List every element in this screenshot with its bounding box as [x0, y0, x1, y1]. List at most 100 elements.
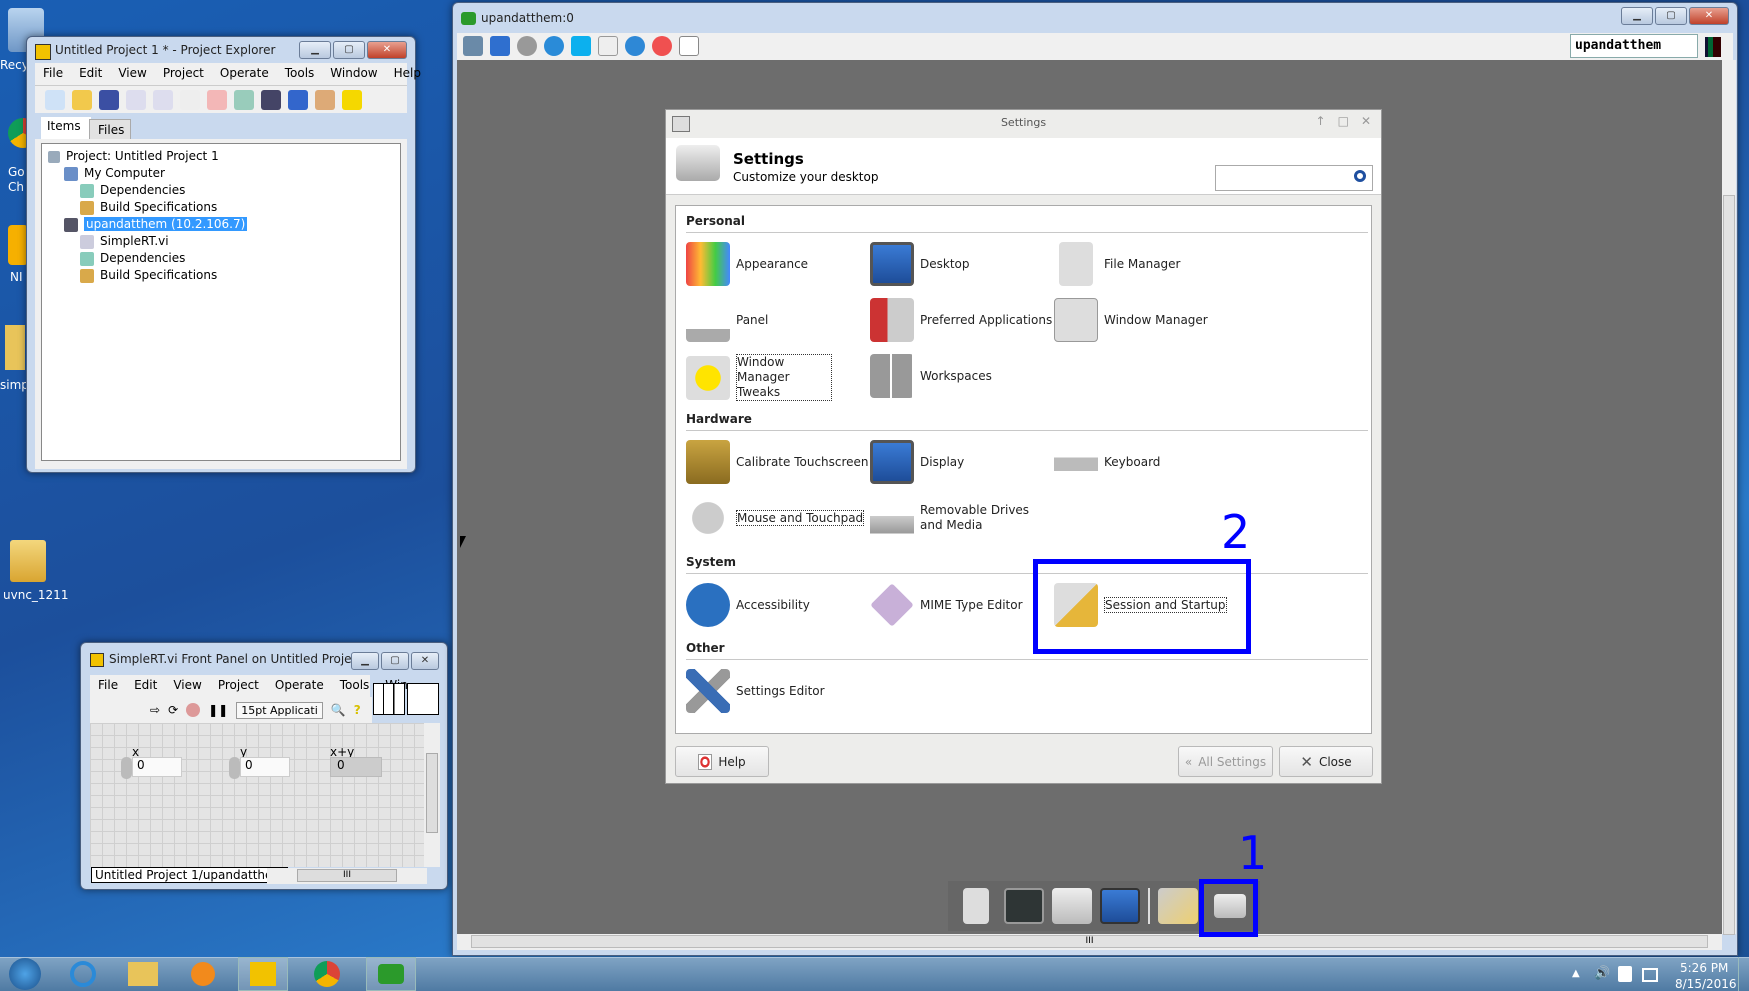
close-button[interactable]: ✕ Close [1279, 746, 1373, 777]
tree-item[interactable]: SimpleRT.vi [48, 233, 394, 250]
item-preferred-applications[interactable]: Preferred Applications [870, 298, 1052, 342]
resolve-icon[interactable] [315, 90, 335, 110]
x-numeric-control[interactable]: 0 [132, 757, 182, 777]
start-button[interactable] [0, 957, 50, 991]
tree-item[interactable]: Dependencies [48, 250, 394, 267]
save-all-icon[interactable] [99, 90, 119, 110]
file-manager-dock-icon[interactable] [963, 888, 989, 924]
y-numeric-control[interactable]: 0 [240, 757, 290, 777]
all-settings-button[interactable]: «All Settings [1178, 746, 1273, 777]
delete-icon[interactable] [207, 90, 227, 110]
item-appearance[interactable]: Appearance [686, 242, 808, 286]
folder-icon[interactable] [5, 325, 25, 370]
item-removable-drives[interactable]: Removable Drives and Media [870, 496, 1050, 540]
settings-gear-icon[interactable] [517, 36, 537, 56]
minimize-button[interactable]: ▁ [1621, 7, 1653, 25]
menu-edit[interactable]: Edit [71, 63, 110, 85]
menu-file[interactable]: File [90, 675, 126, 697]
taskbar-internet-explorer[interactable] [58, 957, 108, 991]
item-desktop[interactable]: Desktop [870, 242, 970, 286]
menu-file[interactable]: File [35, 63, 71, 85]
search-icon[interactable] [1354, 170, 1366, 182]
close-button[interactable]: ✕ [411, 652, 439, 670]
cut-icon[interactable] [126, 90, 146, 110]
item-file-manager[interactable]: File Manager [1054, 242, 1181, 286]
item-window-manager[interactable]: Window Manager [1054, 298, 1208, 342]
add-to-project-icon[interactable] [234, 90, 254, 110]
tree-item[interactable]: Build Specifications [48, 267, 394, 284]
terminal-dock-icon[interactable] [1004, 888, 1044, 924]
labview-dock-icon[interactable] [1158, 888, 1198, 924]
tree-item[interactable]: My Computer [48, 165, 394, 182]
taskbar-labview[interactable] [238, 957, 288, 991]
item-calibrate-touchscreen[interactable]: Calibrate Touchscreen [686, 440, 869, 484]
tree-item[interactable]: Build Specifications [48, 199, 394, 216]
maximize-button[interactable]: □ [1338, 114, 1349, 128]
fullscreen-icon[interactable] [490, 36, 510, 56]
search-input[interactable] [1215, 165, 1373, 191]
menu-project[interactable]: Project [210, 675, 267, 697]
menu-tools[interactable]: Tools [332, 675, 378, 697]
show-hidden-icons[interactable]: ▲ [1572, 968, 1580, 979]
minimize-button[interactable]: ▁ [351, 652, 379, 670]
menu-view[interactable]: View [110, 63, 154, 85]
run-arrow-icon[interactable]: ⇨ [150, 703, 160, 717]
close-button[interactable]: ✕ [367, 41, 407, 59]
action-center-flag-icon[interactable] [1618, 966, 1632, 982]
horizontal-scrollbar[interactable]: III [267, 868, 427, 884]
menu-tools[interactable]: Tools [277, 63, 323, 85]
maximize-button[interactable]: ▢ [1655, 7, 1687, 25]
shade-button[interactable]: ↑ [1316, 114, 1326, 128]
connection-options-icon[interactable] [463, 36, 483, 56]
view-icon[interactable] [288, 90, 308, 110]
menu-view[interactable]: View [165, 675, 209, 697]
abort-icon[interactable] [186, 703, 201, 717]
network-icon[interactable] [1642, 968, 1658, 982]
menu-edit[interactable]: Edit [126, 675, 165, 697]
taskbar-media-player[interactable] [178, 957, 228, 991]
taskbar-file-explorer[interactable] [118, 957, 168, 991]
close-button[interactable]: ✕ [1361, 114, 1371, 128]
paste-icon[interactable] [180, 90, 200, 110]
maximize-button[interactable]: ▢ [381, 652, 409, 670]
horizontal-scrollbar[interactable]: III [457, 934, 1722, 950]
search-icon[interactable]: 🔍 [331, 703, 346, 717]
windows-key-icon[interactable] [571, 36, 591, 56]
new-icon[interactable] [45, 90, 65, 110]
vertical-scrollbar[interactable] [1722, 60, 1736, 935]
taskbar-chrome[interactable] [302, 957, 352, 991]
menu-window[interactable]: Window [322, 63, 385, 85]
maximize-button[interactable]: ▢ [333, 41, 365, 59]
item-display[interactable]: Display [870, 440, 964, 484]
font-select[interactable]: 15pt Applicati [236, 701, 323, 719]
item-keyboard[interactable]: Keyboard [1054, 440, 1160, 484]
help-icon[interactable]: ? [354, 703, 361, 717]
connector-pane-icon[interactable] [373, 683, 405, 715]
close-button[interactable]: ✕ [1689, 7, 1729, 25]
item-panel[interactable]: Panel [686, 298, 768, 342]
increment-decrement-icon[interactable] [229, 757, 240, 779]
item-mime-type-editor[interactable]: MIME Type Editor [870, 583, 1023, 627]
increment-decrement-icon[interactable] [121, 757, 132, 779]
disconnect-icon[interactable] [652, 36, 672, 56]
run-continuously-icon[interactable]: ⟳ [168, 703, 178, 717]
tab-items[interactable]: Items [41, 117, 91, 139]
tree-item[interactable]: Dependencies [48, 182, 394, 199]
clock-time[interactable]: 5:26 PM [1680, 961, 1728, 975]
vertical-scrollbar[interactable] [424, 723, 440, 867]
info-icon[interactable] [625, 36, 645, 56]
warning-icon[interactable] [342, 90, 362, 110]
volume-icon[interactable]: 🔊 [1594, 966, 1610, 981]
show-desktop-button[interactable] [1738, 957, 1749, 991]
minimize-button[interactable]: ▁ [299, 41, 331, 59]
copy-icon[interactable] [153, 90, 173, 110]
menu-project[interactable]: Project [155, 63, 212, 85]
keyboard-key-icon[interactable] [598, 36, 618, 56]
menu-help[interactable]: Help [386, 63, 429, 85]
menu-operate[interactable]: Operate [267, 675, 332, 697]
open-icon[interactable] [72, 90, 92, 110]
menu-operate[interactable]: Operate [212, 63, 277, 85]
ni-shortcut-icon[interactable] [8, 225, 28, 265]
display-dock-icon[interactable] [1100, 888, 1140, 924]
item-accessibility[interactable]: Accessibility [686, 583, 810, 627]
